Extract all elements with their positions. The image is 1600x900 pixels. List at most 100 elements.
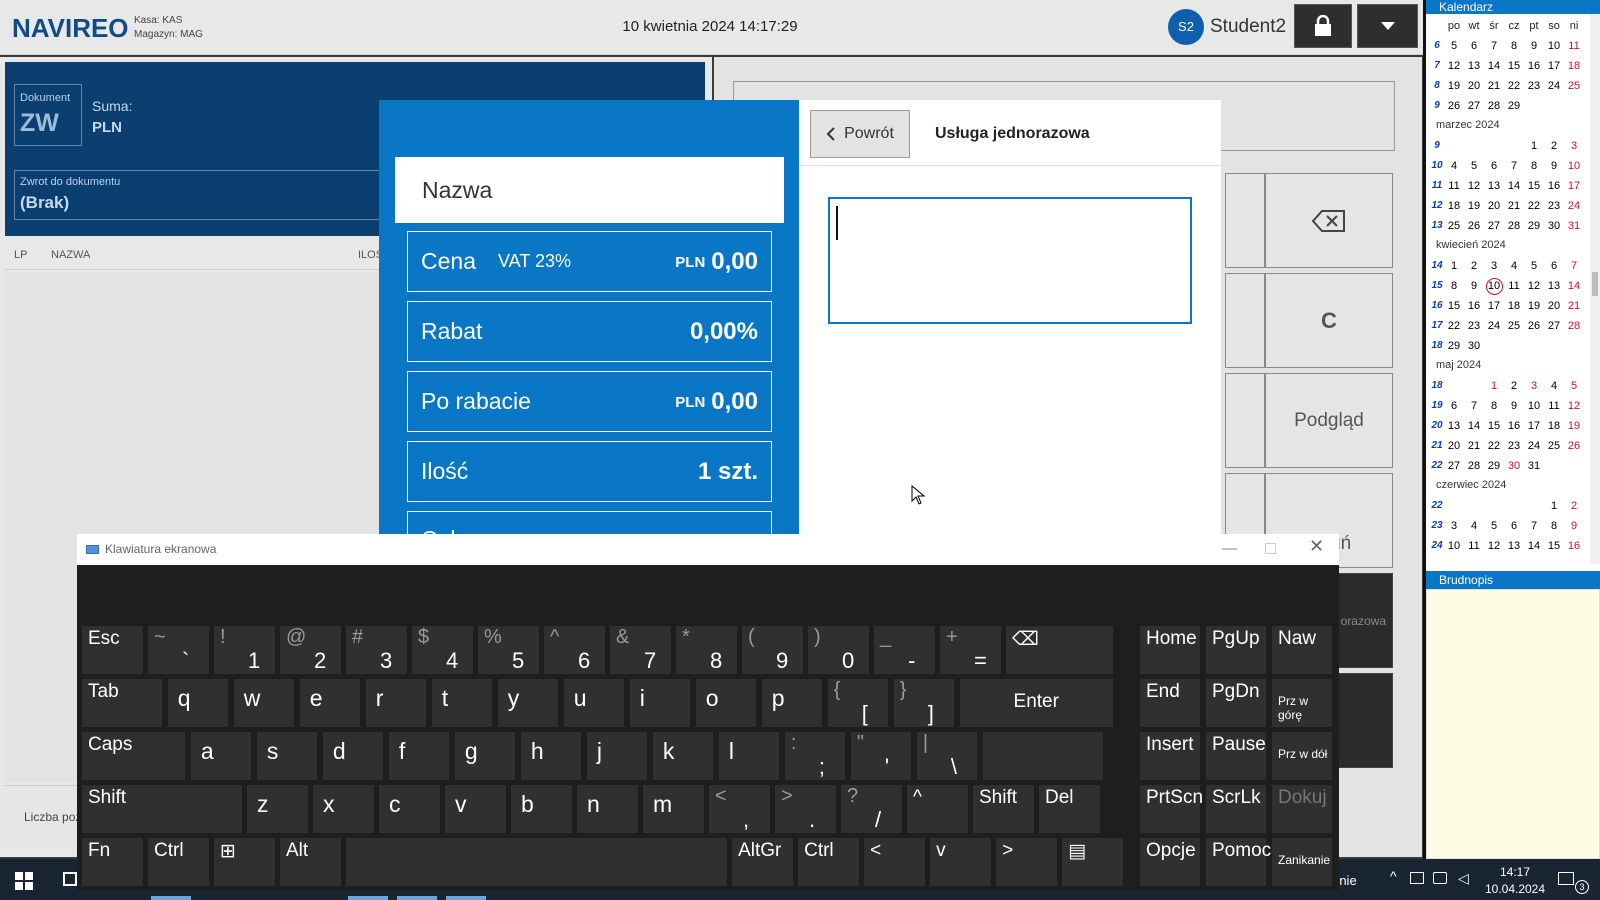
key-space[interactable] — [982, 732, 1103, 780]
key-insert[interactable]: Insert — [1140, 732, 1200, 780]
calendar-day[interactable]: 11 — [1444, 176, 1464, 196]
calendar-day[interactable]: 9 — [1504, 396, 1524, 416]
key-b[interactable]: b — [511, 785, 572, 833]
windows-start-icon[interactable] — [15, 872, 33, 890]
key-v[interactable]: v — [930, 838, 991, 886]
calendar-day[interactable]: 2 — [1464, 256, 1484, 276]
key-7[interactable]: & 7 — [610, 626, 671, 674]
after-discount-field[interactable]: Po rabacie PLN 0,00 — [407, 371, 772, 432]
menu-dropdown-button[interactable] — [1357, 4, 1418, 48]
calendar-day[interactable]: 16 — [1504, 416, 1524, 436]
key-opcje[interactable]: Opcje — [1140, 838, 1200, 886]
calendar-day[interactable]: 20 — [1464, 76, 1484, 96]
key-p[interactable]: p — [761, 679, 823, 727]
key-h[interactable]: h — [520, 732, 582, 780]
price-field[interactable]: Cena VAT 23% PLN 0,00 — [407, 231, 772, 292]
key-tab[interactable]: Tab — [82, 679, 163, 727]
key-g[interactable]: g — [454, 732, 516, 780]
backspace-key[interactable] — [1265, 173, 1393, 268]
key-fn[interactable]: Fn — [82, 838, 143, 886]
key-t[interactable]: t — [431, 679, 493, 727]
calendar-day[interactable]: 22 — [1504, 76, 1524, 96]
name-field[interactable]: Nazwa — [395, 157, 784, 223]
calendar-day[interactable]: 14 — [1524, 536, 1544, 556]
key-▤[interactable]: ▤ — [1062, 838, 1123, 886]
calendar-day[interactable]: 17 — [1484, 296, 1504, 316]
calendar-day[interactable]: 17 — [1524, 416, 1544, 436]
key-alt[interactable]: Alt — [280, 838, 341, 886]
calendar-day[interactable]: 27 — [1544, 316, 1564, 336]
calendar-day[interactable]: 12 — [1484, 536, 1504, 556]
calendar-day[interactable]: 3 — [1444, 516, 1464, 536]
calendar-day[interactable]: 1 — [1524, 136, 1544, 156]
calendar-day[interactable]: 14 — [1564, 276, 1584, 296]
key-scrlk[interactable]: ScrLk — [1206, 785, 1266, 833]
calendar-day[interactable]: 23 — [1524, 76, 1544, 96]
calendar-day[interactable]: 8 — [1444, 276, 1464, 296]
calendar-day[interactable]: 15 — [1504, 56, 1524, 76]
partial-field[interactable]: Cel — [407, 511, 772, 535]
user-name[interactable]: Student2 — [1210, 16, 1286, 38]
key-pause[interactable]: Pause — [1206, 732, 1266, 780]
calendar-day[interactable]: 4 — [1464, 516, 1484, 536]
calendar-day[interactable]: 10 — [1444, 536, 1464, 556]
discount-field[interactable]: Rabat 0,00% — [407, 301, 772, 362]
calendar-day[interactable]: 11 — [1464, 536, 1484, 556]
back-button[interactable]: Powrót — [810, 110, 910, 158]
notepad-area[interactable] — [1426, 589, 1600, 859]
calendar-day[interactable]: 9 — [1564, 516, 1584, 536]
calendar-day[interactable]: 20 — [1544, 296, 1564, 316]
calendar-day[interactable]: 18 — [1564, 56, 1584, 76]
calendar-scrollbar[interactable] — [1590, 14, 1600, 564]
key-3[interactable]: #3 — [346, 626, 407, 674]
quantity-field[interactable]: Ilość 1 szt. — [407, 441, 772, 502]
taskbar-date[interactable]: 10.04.2024 — [1480, 882, 1550, 896]
calendar-day[interactable]: 6 — [1504, 516, 1524, 536]
key-ctrl[interactable]: Ctrl — [148, 838, 209, 886]
today-marker[interactable]: 10 — [1485, 278, 1503, 295]
volume-icon[interactable]: ◁ — [1458, 870, 1469, 887]
key-naw[interactable]: Naw — [1272, 626, 1332, 674]
key--[interactable]: _ - — [874, 626, 935, 674]
key-k[interactable]: k — [652, 732, 714, 780]
minimize-icon[interactable]: — — [1222, 540, 1237, 557]
service-name-input[interactable] — [828, 197, 1192, 324]
key-pgdn[interactable]: PgDn — [1206, 679, 1266, 727]
calendar-day[interactable]: 16 — [1564, 536, 1584, 556]
calendar-day[interactable]: 10 — [1484, 276, 1504, 296]
keypad-key[interactable] — [1225, 373, 1265, 468]
calendar-day[interactable]: 7 — [1524, 516, 1544, 536]
key-prtscn[interactable]: PrtScn — [1140, 785, 1203, 833]
calendar-day[interactable]: 9 — [1524, 36, 1544, 56]
calendar-day[interactable]: 22 — [1524, 196, 1544, 216]
calendar-day[interactable]: 6 — [1544, 256, 1564, 276]
calendar-day[interactable]: 3 — [1564, 136, 1584, 156]
calendar-day[interactable]: 13 — [1444, 416, 1464, 436]
calendar-day[interactable]: 18 — [1544, 416, 1564, 436]
calendar-day[interactable]: 17 — [1544, 56, 1564, 76]
calendar-day[interactable]: 29 — [1524, 216, 1544, 236]
key-4[interactable]: $4 — [412, 626, 473, 674]
calendar-day[interactable]: 4 — [1444, 156, 1464, 176]
calendar-day[interactable]: 28 — [1504, 216, 1524, 236]
calendar-day[interactable]: 14 — [1504, 176, 1524, 196]
calendar-day[interactable]: 30 — [1504, 456, 1524, 476]
key-caps[interactable]: Caps — [82, 732, 186, 780]
calendar-day[interactable]: 15 — [1524, 176, 1544, 196]
key-;[interactable]: :; — [784, 732, 846, 780]
key-,[interactable]: <, — [709, 785, 770, 833]
key-prz-w-dół[interactable]: Prz w dół — [1272, 732, 1332, 780]
calendar-day[interactable]: 4 — [1544, 376, 1564, 396]
key-0[interactable]: ) 0 — [808, 626, 869, 674]
calendar-day[interactable]: 20 — [1444, 436, 1464, 456]
calendar-day[interactable]: 26 — [1524, 316, 1544, 336]
calendar-day[interactable]: 1 — [1444, 256, 1464, 276]
calendar-day[interactable]: 4 — [1504, 256, 1524, 276]
key-x[interactable]: x — [313, 785, 374, 833]
calendar-day[interactable]: 15 — [1444, 296, 1464, 316]
calendar-day[interactable]: 23 — [1464, 316, 1484, 336]
key-q[interactable]: q — [167, 679, 229, 727]
lock-button[interactable] — [1294, 4, 1352, 48]
key-pgup[interactable]: PgUp — [1206, 626, 1266, 674]
keypad-key[interactable] — [1225, 173, 1265, 268]
